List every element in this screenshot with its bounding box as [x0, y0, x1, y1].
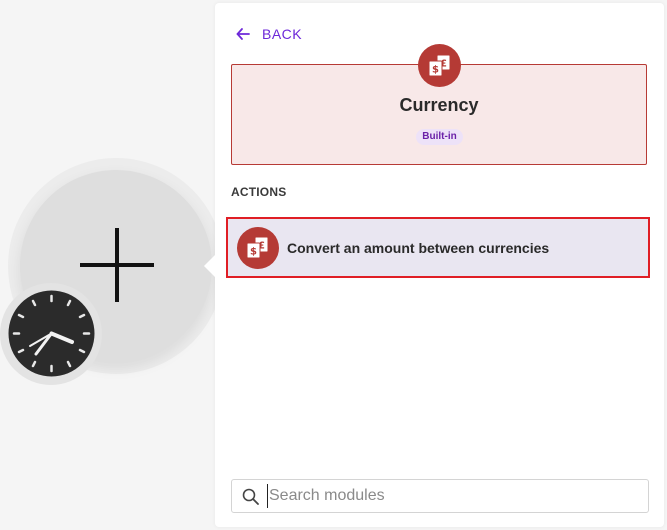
svg-text:$: $ — [432, 64, 439, 75]
action-label: Convert an amount between currencies — [287, 240, 550, 256]
trigger-schedule[interactable] — [0, 283, 102, 385]
back-button[interactable]: BACK — [236, 24, 302, 44]
back-label: BACK — [262, 26, 303, 42]
app-title: Currency — [399, 95, 479, 115]
clock-icon — [8, 290, 95, 377]
search-box[interactable] — [231, 479, 649, 513]
search-icon — [242, 488, 259, 505]
panel-pointer — [204, 255, 215, 277]
action-item-convert-currency[interactable]: £ $ Convert an amount between currencies — [226, 217, 650, 278]
arrow-left-icon — [236, 28, 250, 40]
currency-exchange-icon: £ $ — [237, 227, 279, 269]
scenario-canvas[interactable] — [0, 0, 224, 530]
built-in-badge: Built-in — [416, 129, 463, 145]
search-input[interactable] — [267, 484, 639, 508]
svg-text:$: $ — [250, 247, 257, 258]
currency-exchange-icon: £ $ — [418, 44, 461, 87]
actions-heading: ACTIONS — [231, 185, 287, 199]
